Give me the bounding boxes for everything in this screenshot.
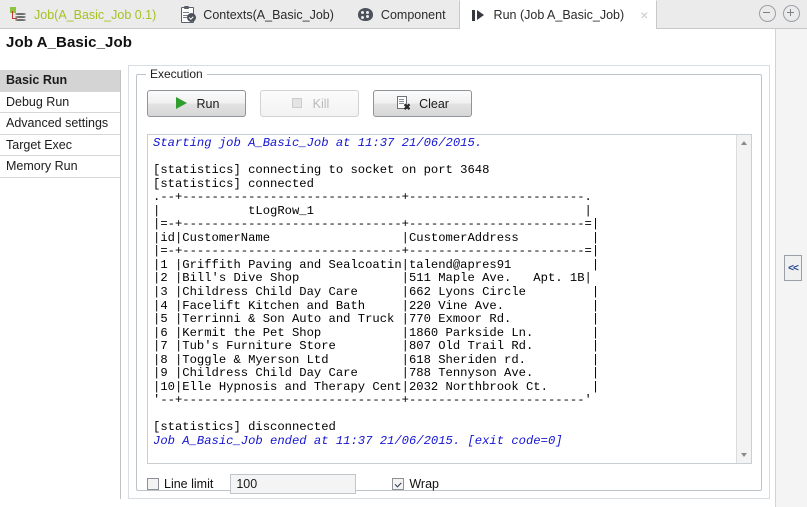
run-mode-sidebar: Basic Run Debug Run Advanced settings Ta… bbox=[0, 70, 121, 499]
tab-list: Job(A_Basic_Job 0.1) Contexts(A_Basic_Jo… bbox=[0, 0, 807, 29]
console-table-row: |10|Elle Hypnosis and Therapy Cent|2032 … bbox=[153, 379, 600, 394]
scroll-up-icon[interactable] bbox=[737, 136, 751, 150]
sidebar-item-debug-run[interactable]: Debug Run bbox=[0, 92, 120, 113]
wrap-option: Wrap bbox=[392, 477, 439, 491]
console-table-row: |9 |Childress Child Day Care |788 Tennys… bbox=[153, 366, 600, 381]
console-table-row: |3 |Childress Child Day Care |662 Lyons … bbox=[153, 285, 600, 300]
console-vertical-scrollbar[interactable] bbox=[736, 135, 751, 463]
line-limit-checkbox[interactable] bbox=[147, 478, 159, 490]
sidebar-item-basic-run[interactable]: Basic Run bbox=[0, 70, 120, 92]
console-table-title: | tLogRow_1 | bbox=[153, 203, 592, 218]
tab-job[interactable]: Job(A_Basic_Job 0.1) bbox=[0, 0, 169, 29]
palette-icon bbox=[357, 6, 374, 23]
scroll-down-icon[interactable] bbox=[737, 448, 751, 462]
line-limit-label: Line limit bbox=[164, 477, 214, 491]
console-table-sep2: |=-+------------------------------+-----… bbox=[153, 244, 600, 259]
tab-run[interactable]: Run (Job A_Basic_Job) × bbox=[458, 0, 658, 29]
execution-group: Execution Run Kill ✖ Clear Starting job … bbox=[136, 67, 762, 494]
console-table-top: .--+------------------------------+-----… bbox=[153, 190, 592, 205]
console-table-row: |1 |Griffith Paving and Sealcoatin|talen… bbox=[153, 257, 600, 272]
console-table-bottom: '--+------------------------------+-----… bbox=[153, 393, 592, 408]
console-stats-connecting: [statistics] connecting to socket on por… bbox=[153, 163, 490, 178]
play-icon bbox=[174, 96, 189, 111]
collapse-panel-button[interactable]: << bbox=[784, 255, 802, 281]
sidebar-item-advanced-settings[interactable]: Advanced settings bbox=[0, 113, 120, 135]
sidebar-item-target-exec[interactable]: Target Exec bbox=[0, 135, 120, 156]
job-icon bbox=[10, 6, 27, 23]
run-button-label: Run bbox=[196, 96, 220, 111]
run-panel: Execution Run Kill ✖ Clear Starting job … bbox=[128, 65, 770, 499]
clear-button-label: Clear bbox=[419, 96, 449, 111]
maximize-icon[interactable] bbox=[783, 5, 800, 22]
console-options-row: Line limit 100 Wrap bbox=[147, 474, 439, 494]
console-text: Starting job A_Basic_Job at 11:37 21/06/… bbox=[153, 136, 733, 449]
clear-page-icon: ✖ bbox=[396, 96, 411, 112]
sidebar-item-memory-run[interactable]: Memory Run bbox=[0, 156, 120, 178]
wrap-label: Wrap bbox=[409, 477, 439, 491]
console-table-row: |7 |Tub's Furniture Store |807 Old Trail… bbox=[153, 339, 600, 354]
console-table-header: |id|CustomerName |CustomerAddress | bbox=[153, 230, 600, 245]
tab-contexts[interactable]: Contexts(A_Basic_Job) bbox=[169, 0, 347, 29]
console-start-line: Starting job A_Basic_Job at 11:37 21/06/… bbox=[153, 136, 483, 150]
kill-button-label: Kill bbox=[312, 96, 330, 111]
console-table-row: |4 |Facelift Kitchen and Bath |220 Vine … bbox=[153, 298, 600, 313]
console-table-row: |5 |Terrinni & Son Auto and Truck |770 E… bbox=[153, 312, 600, 327]
console-table-sep1: |=-+------------------------------+-----… bbox=[153, 217, 600, 232]
console-output[interactable]: Starting job A_Basic_Job at 11:37 21/06/… bbox=[147, 134, 752, 464]
console-blank-1 bbox=[153, 150, 160, 164]
window-controls bbox=[759, 5, 800, 22]
run-view-window: Job(A_Basic_Job 0.1) Contexts(A_Basic_Jo… bbox=[0, 0, 807, 507]
tab-contexts-label: Contexts(A_Basic_Job) bbox=[203, 7, 334, 22]
console-table-row: |8 |Toggle & Myerson Ltd |618 Sheriden r… bbox=[153, 352, 600, 367]
console-blank-2 bbox=[153, 407, 160, 421]
stop-icon bbox=[290, 96, 305, 111]
console-table-row: |2 |Bill's Dive Shop |511 Maple Ave. Apt… bbox=[153, 271, 592, 286]
tab-job-label: Job(A_Basic_Job 0.1) bbox=[34, 7, 157, 22]
console-stats-disconnected: [statistics] disconnected bbox=[153, 420, 336, 435]
tab-component-label: Component bbox=[380, 7, 446, 22]
tab-run-label: Run (Job A_Basic_Job) bbox=[493, 8, 625, 22]
console-end-line: Job A_Basic_Job ended at 11:37 21/06/201… bbox=[153, 434, 563, 449]
clear-button[interactable]: ✖ Clear bbox=[373, 90, 472, 117]
minimize-icon[interactable] bbox=[759, 5, 776, 22]
wrap-checkbox[interactable] bbox=[392, 478, 405, 490]
run-step-icon bbox=[470, 7, 487, 24]
kill-button[interactable]: Kill bbox=[260, 90, 359, 117]
line-limit-input[interactable]: 100 bbox=[230, 474, 357, 494]
clipboard-check-icon bbox=[179, 6, 197, 23]
editor-tab-bar: Job(A_Basic_Job 0.1) Contexts(A_Basic_Jo… bbox=[0, 0, 807, 29]
execution-group-label: Execution bbox=[146, 67, 207, 81]
page-title: Job A_Basic_Job bbox=[6, 34, 132, 51]
console-table-row: |6 |Kermit the Pet Shop |1860 Parkside L… bbox=[153, 325, 600, 340]
console-stats-connected: [statistics] connected bbox=[153, 176, 314, 191]
tab-component[interactable]: Component bbox=[347, 0, 459, 29]
close-icon[interactable]: × bbox=[640, 8, 648, 22]
execution-button-row: Run Kill ✖ Clear bbox=[147, 90, 472, 117]
run-button[interactable]: Run bbox=[147, 90, 246, 117]
